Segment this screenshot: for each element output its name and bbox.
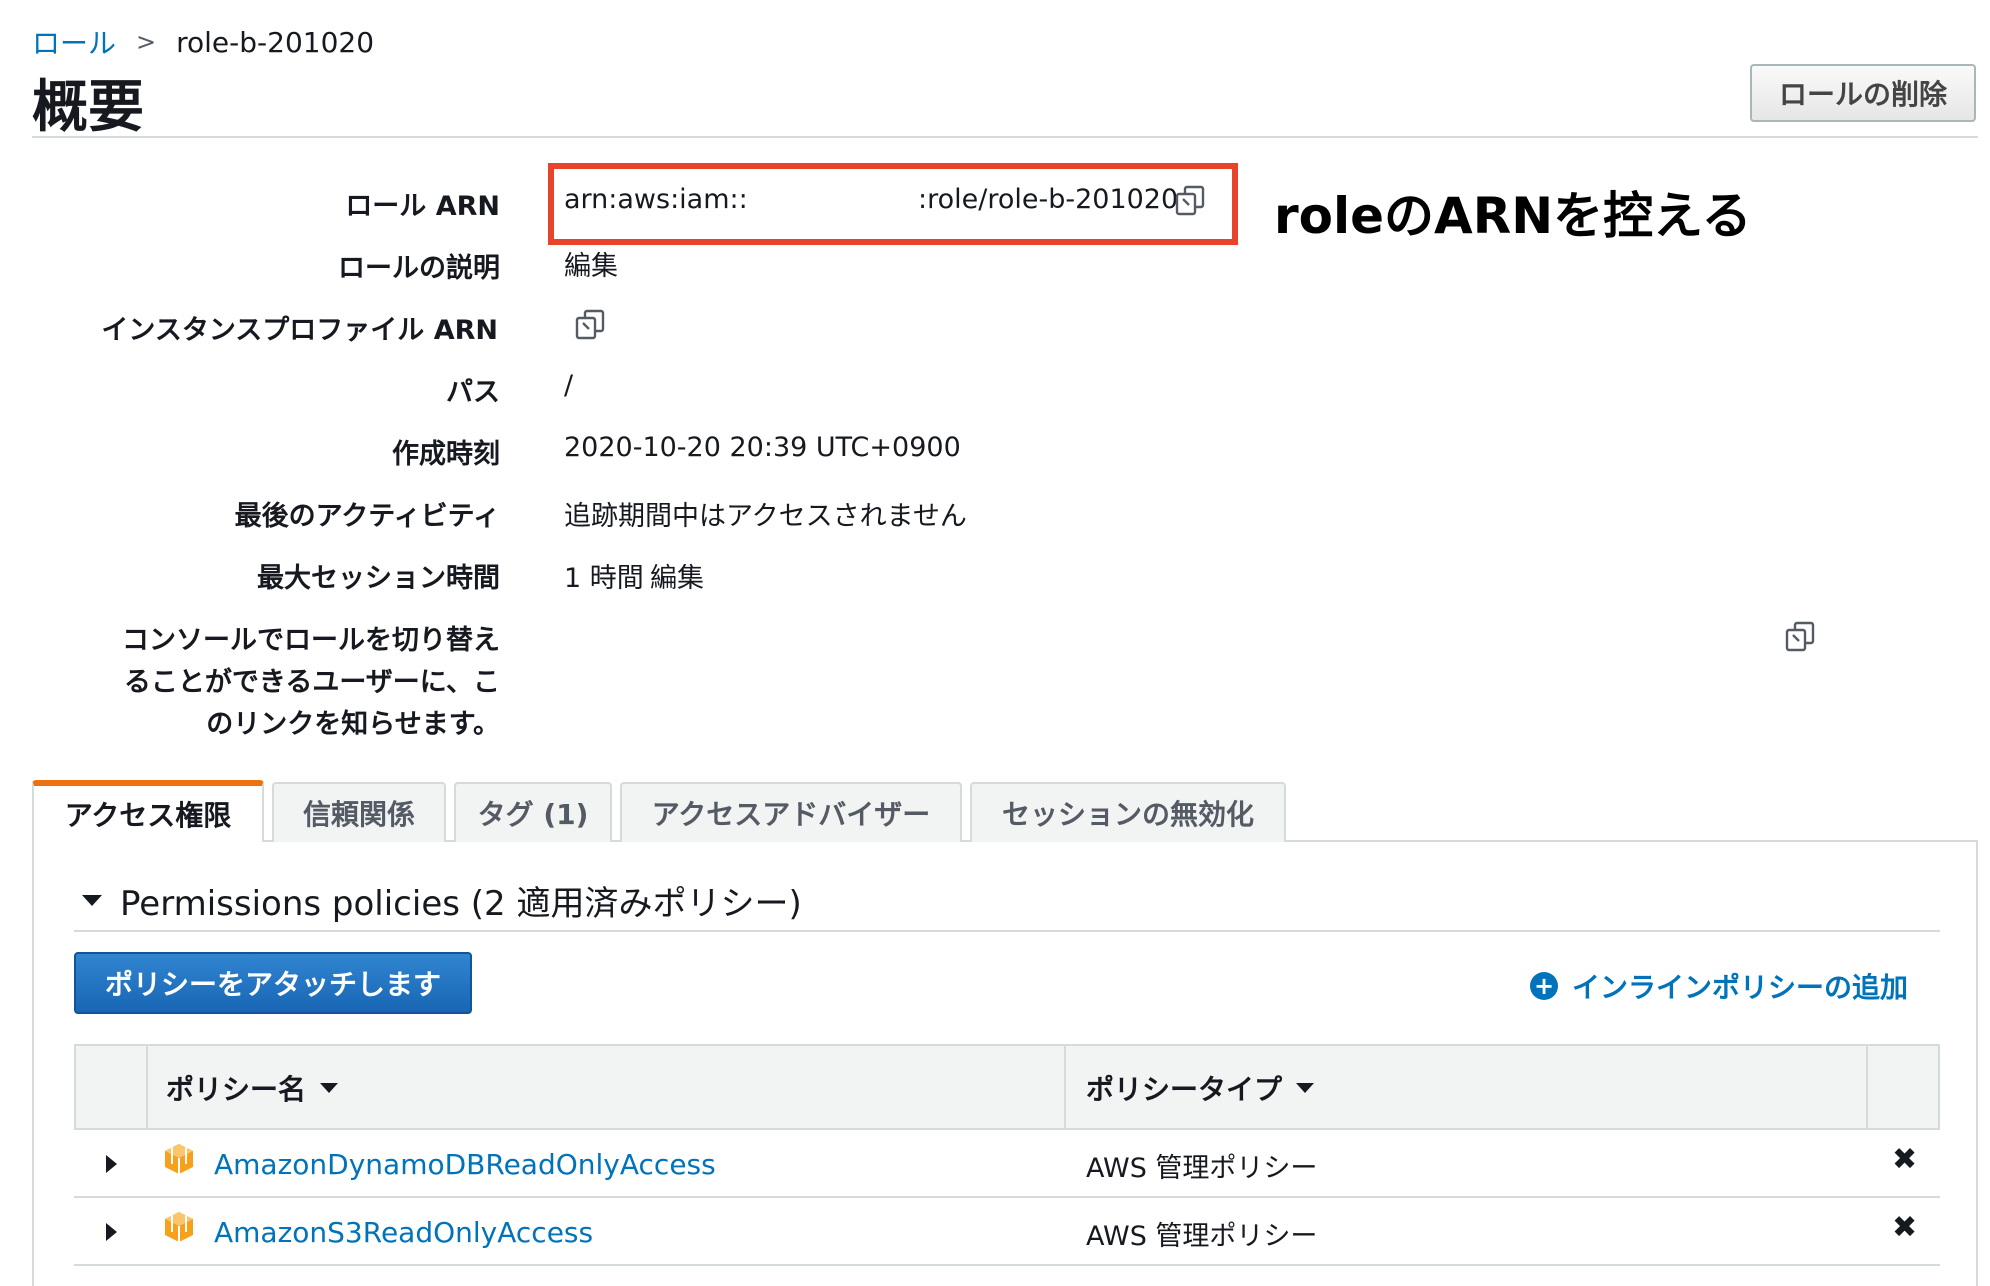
last-activity-value: 追跡期間中はアクセスされません — [564, 501, 967, 532]
row-divider — [74, 1264, 1940, 1266]
policy-cube-icon — [165, 1212, 193, 1242]
column-divider — [1866, 1044, 1868, 1130]
remove-policy-icon[interactable]: ✖ — [1892, 1210, 1917, 1245]
switch-role-label-line3: のリンクを知らせます。 — [206, 709, 500, 740]
chevron-right-icon: > — [136, 28, 157, 56]
page-title: 概要 — [32, 75, 144, 140]
role-description-edit-link[interactable]: 編集 — [564, 244, 618, 283]
last-activity-label: 最後のアクティビティ — [234, 501, 500, 532]
expand-row-icon[interactable] — [106, 1155, 117, 1173]
instance-profile-arn-label: インスタンスプロファイル ARN — [101, 315, 498, 346]
sort-down-icon — [320, 1083, 339, 1093]
panel-border-right — [1976, 840, 1978, 1286]
permissions-section-title: Permissions policies (2 適用済みポリシー) — [120, 884, 802, 924]
role-arn-label: ロール ARN — [345, 191, 500, 222]
switch-role-label-line1: コンソールでロールを切り替え — [122, 625, 500, 656]
tab-access-advisor[interactable]: アクセスアドバイザー — [620, 782, 962, 842]
column-header-policy-name[interactable]: ポリシー名 — [166, 1068, 339, 1108]
divider — [74, 930, 1940, 932]
delete-role-button[interactable]: ロールの削除 — [1750, 64, 1976, 122]
arn-highlight-box — [548, 163, 1238, 245]
row-divider — [74, 1196, 1940, 1198]
breadcrumb: ロール > role-b-201020 — [32, 22, 374, 62]
attach-policies-button[interactable]: ポリシーをアタッチします — [74, 952, 472, 1014]
role-description-label: ロールの説明 — [338, 253, 500, 284]
add-inline-policy-label: インラインポリシーの追加 — [1572, 971, 1909, 1004]
plus-circle-icon: + — [1530, 972, 1558, 1000]
max-session-edit-link[interactable]: 編集 — [650, 556, 704, 595]
policy-cube-icon — [165, 1144, 193, 1174]
policies-table-header — [74, 1044, 1940, 1130]
tab-trust-relationships[interactable]: 信頼関係 — [272, 782, 446, 842]
max-session-label: 最大セッション時間 — [257, 563, 500, 594]
switch-role-label-line2: ることができるユーザーに、こ — [123, 667, 500, 698]
tab-permissions[interactable]: アクセス権限 — [32, 780, 264, 842]
tab-tags[interactable]: タグ (1) — [454, 782, 612, 842]
column-divider — [1064, 1044, 1066, 1130]
created-time-label: 作成時刻 — [392, 439, 500, 470]
copy-icon[interactable] — [574, 308, 608, 342]
caret-down-icon — [82, 895, 102, 906]
created-time-value: 2020-10-20 20:39 UTC+0900 — [564, 432, 961, 463]
add-inline-policy-link[interactable]: + インラインポリシーの追加 — [1530, 966, 1908, 1006]
policy-link[interactable]: AmazonDynamoDBReadOnlyAccess — [214, 1148, 716, 1181]
panel-border-left — [32, 840, 34, 1286]
permissions-section-toggle[interactable]: Permissions policies (2 適用済みポリシー) — [82, 876, 802, 925]
column-header-policy-type-label: ポリシータイプ — [1086, 1073, 1283, 1106]
path-label: パス — [446, 377, 500, 408]
copy-icon[interactable] — [1784, 620, 1818, 654]
expand-row-icon[interactable] — [106, 1223, 117, 1241]
divider — [32, 136, 1978, 138]
breadcrumb-roles-link[interactable]: ロール — [32, 22, 116, 62]
policy-type-value: AWS 管理ポリシー — [1086, 1153, 1318, 1184]
column-divider — [146, 1044, 148, 1130]
annotation-text: roleのARNを控える — [1274, 187, 1752, 245]
column-header-policy-name-label: ポリシー名 — [166, 1073, 307, 1106]
column-header-policy-type[interactable]: ポリシータイプ — [1086, 1068, 1315, 1108]
path-value: / — [564, 370, 574, 401]
breadcrumb-current: role-b-201020 — [176, 25, 375, 59]
max-session-value: 1 時間 — [564, 563, 644, 594]
remove-policy-icon[interactable]: ✖ — [1892, 1142, 1917, 1177]
sort-down-icon — [1296, 1083, 1315, 1093]
tab-revoke-sessions[interactable]: セッションの無効化 — [970, 782, 1286, 842]
policy-type-value: AWS 管理ポリシー — [1086, 1221, 1318, 1252]
policy-link[interactable]: AmazonS3ReadOnlyAccess — [214, 1216, 593, 1249]
